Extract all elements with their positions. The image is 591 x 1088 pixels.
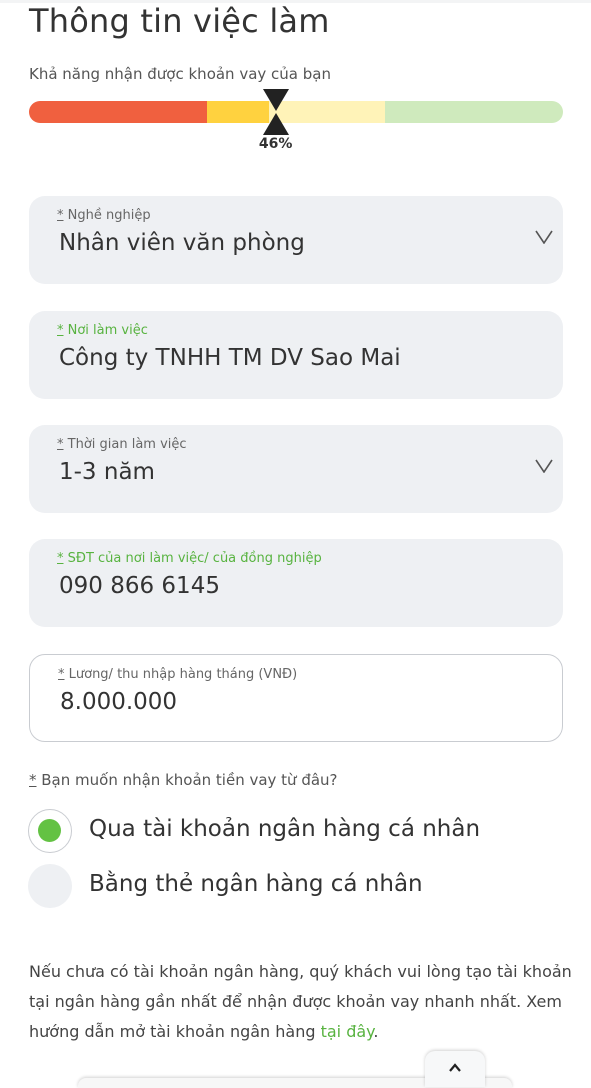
radio-bank-card-label[interactable]: Bằng thẻ ngân hàng cá nhân bbox=[89, 871, 423, 897]
disbursement-question: * Bạn muốn nhận khoản tiền vay từ đâu? bbox=[29, 771, 338, 789]
scroll-up-button[interactable] bbox=[425, 1051, 485, 1087]
workplace-phone-field[interactable]: * SĐT của nơi làm việc/ của đồng nghiệp … bbox=[29, 539, 563, 627]
page-title: Thông tin việc làm bbox=[29, 2, 330, 40]
chevron-down-icon bbox=[535, 230, 553, 244]
chevron-down-icon bbox=[535, 459, 553, 473]
meter-segment-red bbox=[29, 101, 207, 123]
monthly-income-label: * Lương/ thu nhập hàng tháng (VNĐ) bbox=[58, 667, 298, 682]
loan-probability-label: Khả năng nhận được khoản vay của bạn bbox=[29, 65, 331, 83]
workplace-value: Công ty TNHH TM DV Sao Mai bbox=[59, 345, 401, 371]
meter-segment-yellow bbox=[207, 101, 269, 123]
radio-bank-account-label[interactable]: Qua tài khoản ngân hàng cá nhân bbox=[89, 816, 480, 842]
bank-guide-link[interactable]: tại đây bbox=[321, 1022, 374, 1041]
occupation-label: * Nghề nghiệp bbox=[57, 208, 151, 223]
work-duration-value: 1-3 năm bbox=[59, 459, 155, 485]
workplace-phone-label: * SĐT của nơi làm việc/ của đồng nghiệp bbox=[57, 551, 322, 566]
bank-account-note: Nếu chưa có tài khoản ngân hàng, quý khá… bbox=[29, 962, 572, 1041]
occupation-select[interactable]: * Nghề nghiệp Nhân viên văn phòng bbox=[29, 196, 563, 284]
radio-bank-account[interactable] bbox=[28, 809, 72, 853]
workplace-phone-value: 090 866 6145 bbox=[59, 573, 220, 599]
chevron-up-icon bbox=[449, 1063, 461, 1072]
work-duration-label: * Thời gian làm việc bbox=[57, 437, 187, 452]
radio-bank-card[interactable] bbox=[28, 864, 72, 908]
workplace-label: * Nơi làm việc bbox=[57, 323, 148, 338]
workplace-field[interactable]: * Nơi làm việc Công ty TNHH TM DV Sao Ma… bbox=[29, 311, 563, 399]
hourglass-marker-icon bbox=[262, 89, 289, 135]
loan-probability-percent: 46% bbox=[258, 136, 293, 152]
monthly-income-value: 8.000.000 bbox=[60, 689, 178, 715]
work-duration-select[interactable]: * Thời gian làm việc 1-3 năm bbox=[29, 425, 563, 513]
loan-probability-meter bbox=[29, 89, 563, 135]
meter-segment-green bbox=[385, 101, 563, 123]
monthly-income-field[interactable]: * Lương/ thu nhập hàng tháng (VNĐ) 8.000… bbox=[29, 654, 563, 742]
occupation-value: Nhân viên văn phòng bbox=[59, 230, 305, 256]
